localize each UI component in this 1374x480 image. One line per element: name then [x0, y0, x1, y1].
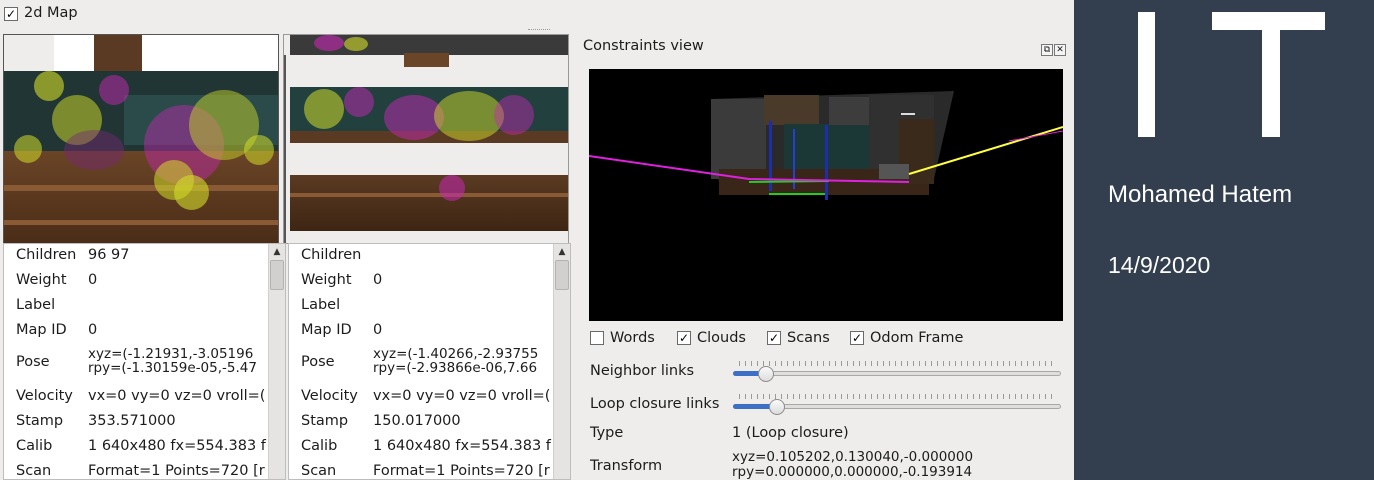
clouds-checkbox[interactable]: ✓	[677, 331, 691, 345]
info-row-calib: Calib 1 640x480 fx=554.383 f	[16, 438, 266, 454]
info-row-children: Children	[301, 247, 362, 263]
logo-letter-t-stem	[1262, 12, 1280, 137]
presenter-name: Mohamed Hatem	[1108, 181, 1293, 208]
node-image-right	[283, 34, 569, 244]
node-info-right: Children Weight 0 Label Map ID 0 Pose xyz=…	[288, 243, 571, 480]
option-words[interactable]: Words	[590, 330, 655, 350]
info-left-scrollbar[interactable]: ▲	[268, 244, 285, 479]
float-icon[interactable]: ⧉	[1041, 44, 1053, 56]
loop-closure-links-label: Loop closure links	[590, 396, 720, 412]
transform-label: Transform	[590, 458, 663, 474]
scroll-thumb[interactable]	[270, 260, 284, 290]
close-icon[interactable]: ✕	[1054, 44, 1066, 56]
loop-closure-links-handle[interactable]	[769, 399, 785, 415]
words-checkbox[interactable]	[590, 331, 604, 345]
map2d-checkbox[interactable]: ✓	[4, 7, 18, 21]
option-scans[interactable]: ✓ Scans	[767, 330, 830, 350]
info-row-velocity: Velocity vx=0 vy=0 vz=0 vroll=(	[301, 388, 551, 404]
dock-grip[interactable]	[528, 29, 550, 32]
neighbor-links-slider[interactable]	[733, 361, 1061, 383]
type-value: 1 (Loop closure)	[732, 425, 849, 441]
info-row-pose: Pose xyz=(-1.21931,-3.05196 rpy=(-1.3015…	[16, 346, 257, 376]
transform-value-xyz: xyz=0.105202,0.130040,-0.000000	[732, 449, 974, 465]
map2d-title: 2d Map	[24, 5, 78, 21]
info-row-mapid: Map ID 0	[301, 322, 383, 338]
rtabmap-window: ✓ 2d Map Children 96 97 Weight 0 Label M…	[0, 0, 1074, 480]
node-image-left	[3, 34, 279, 244]
info-row-label: Label	[16, 297, 56, 313]
info-row-stamp: Stamp 150.017000	[301, 413, 461, 429]
constraints-3d-canvas[interactable]	[589, 69, 1063, 321]
scroll-up-icon[interactable]: ▲	[271, 246, 283, 258]
info-row-label: Label	[301, 297, 341, 313]
cloud-render	[589, 91, 1063, 200]
info-row-scan: Scan Format=1 Points=720 [r	[301, 463, 550, 479]
neighbor-links-handle[interactable]	[758, 366, 774, 382]
info-row-pose: Pose xyz=(-1.40266,-2.93755 rpy=(-2.9386…	[301, 346, 539, 376]
option-odom-frame[interactable]: ✓ Odom Frame	[850, 330, 963, 350]
logo-letter-i	[1138, 12, 1155, 137]
dock-buttons: ⧉ ✕	[1040, 40, 1066, 56]
node-info-left: Children 96 97 Weight 0 Label Map ID 0 Pose…	[3, 243, 286, 480]
scans-checkbox[interactable]: ✓	[767, 331, 781, 345]
scroll-thumb[interactable]	[555, 260, 569, 290]
transform-value-rpy: rpy=0.000000,0.000000,-0.193914	[732, 464, 973, 480]
odom-frame-checkbox[interactable]: ✓	[850, 331, 864, 345]
map2d-header: ✓ 2d Map	[0, 0, 1074, 30]
info-row-velocity: Velocity vx=0 vy=0 vz=0 vroll=(	[16, 388, 266, 404]
loop-closure-links-slider[interactable]	[733, 394, 1061, 416]
neighbor-links-label: Neighbor links	[590, 363, 695, 379]
info-row-mapid: Map ID 0	[16, 322, 98, 338]
info-row-weight: Weight 0	[301, 272, 383, 288]
info-row-calib: Calib 1 640x480 fx=554.383 f	[301, 438, 551, 454]
info-row-children: Children 96 97	[16, 247, 130, 263]
info-right-scrollbar[interactable]: ▲	[553, 244, 570, 479]
presentation-date: 14/9/2020	[1108, 252, 1211, 278]
constraints-view-title: Constraints view	[583, 38, 704, 54]
info-row-stamp: Stamp 353.571000	[16, 413, 176, 429]
info-row-scan: Scan Format=1 Points=720 [r	[16, 463, 265, 479]
presentation-sidebar	[1074, 0, 1374, 480]
type-label: Type	[590, 425, 624, 441]
info-row-weight: Weight 0	[16, 272, 98, 288]
option-clouds[interactable]: ✓ Clouds	[677, 330, 746, 350]
scroll-up-icon[interactable]: ▲	[556, 246, 568, 258]
